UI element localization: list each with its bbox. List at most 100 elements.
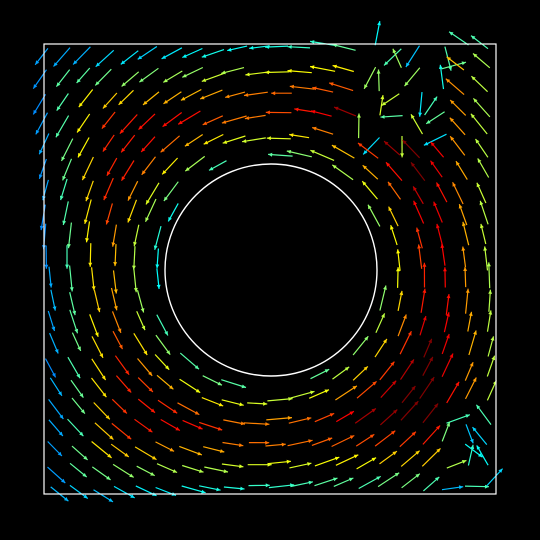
vector-arrow (180, 88, 202, 101)
vector-arrow (94, 68, 112, 86)
vector-arrow (48, 399, 64, 420)
vector-arrow (121, 71, 140, 87)
vector-arrow (38, 158, 47, 179)
vector-arrow (62, 158, 73, 181)
vector-arrow (333, 477, 354, 487)
vector-arrow (310, 368, 330, 380)
vector-arrow (399, 330, 412, 355)
vector-arrow (137, 46, 158, 60)
vector-arrow (290, 480, 314, 488)
vector-arrow (102, 134, 115, 152)
vector-arrow (93, 402, 111, 420)
vector-arrow (396, 267, 400, 288)
vector-arrow (221, 463, 244, 469)
vector-arrow (111, 311, 122, 334)
vector-arrow (358, 475, 381, 490)
vector-arrow (76, 67, 91, 84)
vector-arrow (184, 133, 204, 147)
vector-arrow (425, 111, 445, 125)
vector-arrow (88, 243, 93, 267)
vector-arrow (111, 224, 117, 247)
vector-arrow (387, 181, 401, 200)
vector-arrow (357, 142, 379, 159)
vector-arrow (48, 266, 53, 288)
vector-arrow (67, 418, 84, 437)
vector-arrow (445, 78, 465, 96)
vector-arrow (376, 69, 381, 92)
vector-arrow (199, 421, 223, 431)
quiver-plot-stage (0, 0, 540, 540)
vector-arrow (93, 290, 101, 313)
vector-arrow (475, 138, 489, 158)
vector-arrow (156, 463, 178, 474)
vector-arrow (137, 377, 154, 393)
vector-arrow (70, 379, 84, 398)
vector-arrow (401, 473, 421, 489)
vector-arrow (110, 443, 130, 458)
vector-arrow (203, 446, 225, 453)
vector-arrow (35, 112, 49, 135)
vector-arrow (355, 433, 375, 447)
vector-arrow (113, 244, 118, 267)
vector-arrow (91, 466, 111, 481)
vector-arrow (397, 314, 407, 337)
vector-arrow (221, 115, 247, 124)
vector-arrow (113, 485, 135, 499)
vector-arrow (62, 201, 69, 226)
vector-arrow (477, 158, 490, 178)
vector-arrow (422, 425, 441, 445)
vector-arrow (423, 338, 433, 358)
vector-arrow (103, 177, 114, 201)
vector-arrow (266, 416, 293, 421)
vector-arrow (433, 201, 443, 223)
vector-arrow (201, 49, 225, 58)
vector-arrow (81, 156, 94, 181)
vector-arrow (404, 67, 421, 87)
vector-arrow (314, 456, 340, 467)
vector-arrow (266, 136, 291, 141)
vector-arrow (410, 113, 424, 135)
vector-arrow (201, 72, 226, 82)
vector-arrow (380, 114, 403, 119)
vector-arrow (160, 135, 180, 153)
vector-arrow (430, 141, 445, 158)
vector-arrow (208, 160, 227, 171)
vector-arrow (138, 113, 156, 131)
vector-arrow (83, 199, 92, 225)
vector-arrow (127, 180, 139, 201)
vector-arrow (381, 93, 400, 106)
vector-arrow (399, 431, 417, 448)
vector-arrow (153, 225, 162, 250)
vector-arrow (69, 462, 88, 478)
vector-arrow (462, 221, 470, 246)
vector-arrow (243, 91, 268, 97)
vector-arrow (65, 245, 69, 269)
vector-arrow (91, 441, 112, 459)
vector-arrow (161, 47, 183, 60)
vector-arrow (465, 288, 470, 314)
vector-arrow (488, 289, 493, 312)
vector-arrow (446, 381, 460, 404)
vector-arrow (184, 155, 206, 172)
vector-arrow (479, 200, 489, 225)
vector-arrow (134, 418, 153, 433)
vector-arrow (379, 285, 387, 311)
vector-arrow (314, 412, 335, 423)
vector-arrow (56, 93, 69, 111)
vector-arrow (139, 67, 159, 83)
vector-arrow (223, 419, 246, 426)
vector-arrow (267, 459, 291, 465)
vector-arrow (311, 437, 333, 446)
vector-arrow (441, 353, 454, 377)
vector-arrow (419, 315, 427, 336)
vector-arrow (69, 265, 74, 292)
vector-arrow (182, 419, 203, 430)
vector-arrow (55, 115, 70, 138)
vector-arrow (199, 89, 223, 100)
vector-arrow (354, 408, 377, 424)
vector-arrow (400, 400, 419, 421)
vector-arrow (161, 157, 179, 175)
vector-arrow (202, 115, 224, 126)
vector-arrow (222, 135, 246, 144)
vector-arrow (287, 439, 313, 447)
